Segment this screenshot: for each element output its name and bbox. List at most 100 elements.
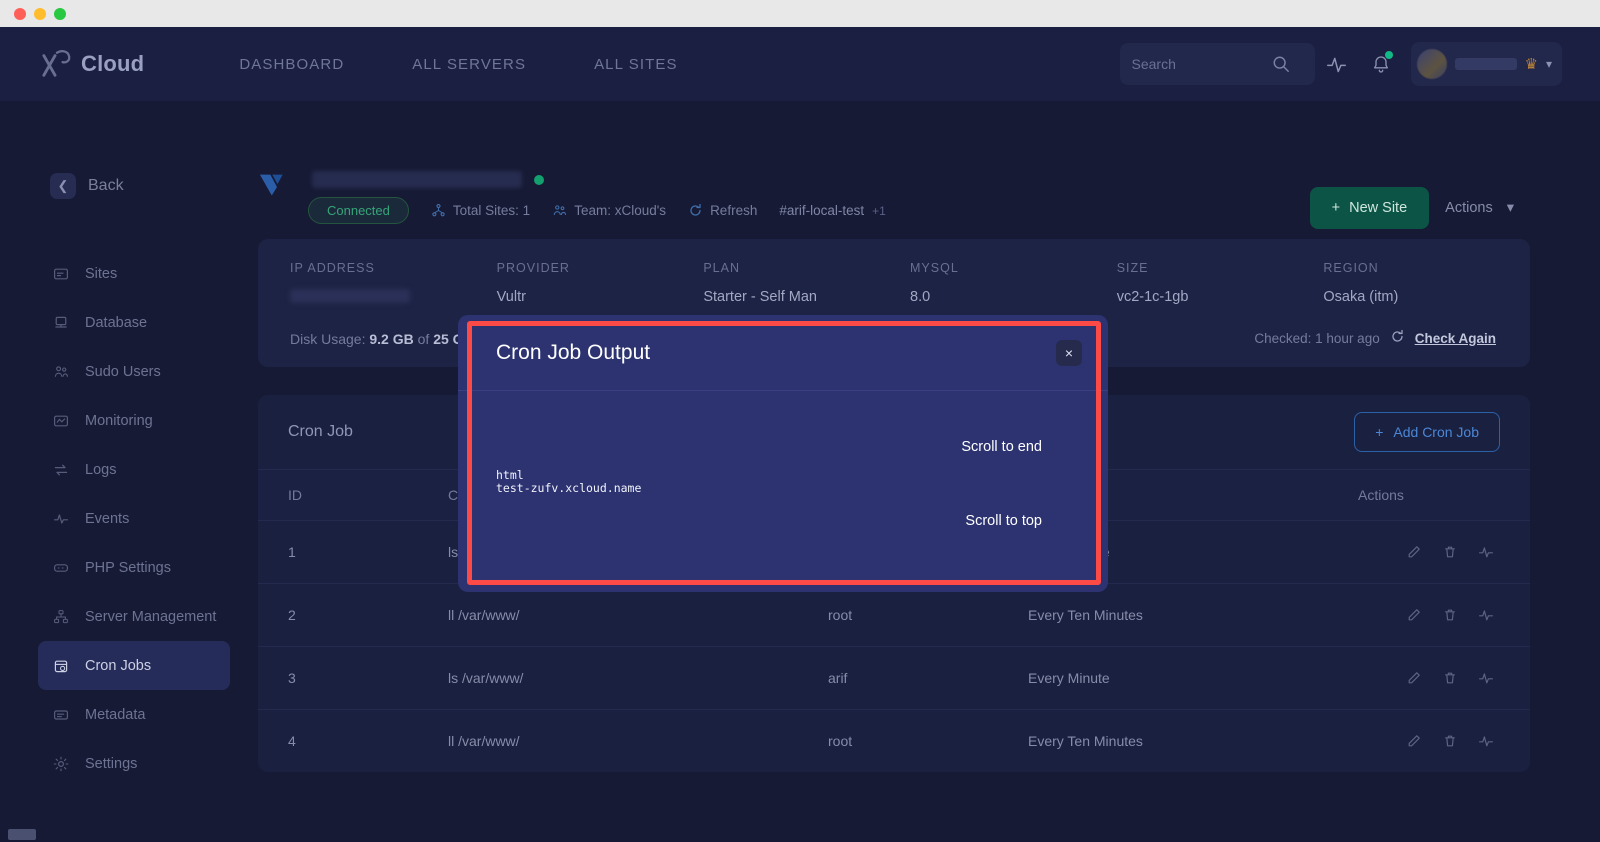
activity-icon[interactable] <box>1478 607 1494 623</box>
actions-dropdown-button[interactable]: Actions ▾ <box>1429 187 1530 229</box>
activity-icon[interactable] <box>1478 670 1494 686</box>
chevron-down-icon[interactable]: ▾ <box>1546 57 1552 71</box>
server-icon <box>52 608 69 625</box>
edit-pencil-icon[interactable] <box>1406 733 1422 749</box>
navbar-right-cluster: ♛ ▾ <box>1120 27 1562 101</box>
info-value: vc2-1c-1gb <box>1117 289 1324 305</box>
users-icon <box>52 363 69 380</box>
server-tag[interactable]: #arif-local-test <box>779 203 864 218</box>
cron-job-output-modal: Cron Job Output × Scroll to end html tes… <box>458 315 1108 592</box>
window-close-button[interactable] <box>14 8 26 20</box>
window-zoom-button[interactable] <box>54 8 66 20</box>
sidebar: ❮ Back Sites Database <box>38 167 230 788</box>
sites-count-icon <box>431 203 446 218</box>
edit-pencil-icon[interactable] <box>1406 544 1422 560</box>
info-col-region: REGION Osaka (itm) <box>1323 261 1530 305</box>
bottom-bar-chip <box>8 829 36 840</box>
database-icon <box>52 314 69 331</box>
info-label: REGION <box>1323 261 1530 275</box>
back-button[interactable]: ❮ Back <box>38 167 230 205</box>
search-input[interactable] <box>1132 56 1272 72</box>
activity-icon-button[interactable] <box>1315 42 1359 86</box>
notification-dot <box>1385 51 1393 59</box>
activity-icon[interactable] <box>1478 733 1494 749</box>
cell-id: 1 <box>258 521 418 584</box>
cell-frequency: Every Minute <box>998 647 1328 710</box>
sidebar-item-events[interactable]: Events <box>38 494 230 543</box>
nav-link-dashboard[interactable]: DASHBOARD <box>239 56 344 73</box>
cell-frequency: Every Ten Minutes <box>998 584 1328 647</box>
table-row[interactable]: 3 ls /var/www/ arif Every Minute <box>258 647 1530 710</box>
sidebar-item-metadata[interactable]: Metadata <box>38 690 230 739</box>
status-badge: Connected <box>308 197 409 224</box>
row-action-group <box>1358 733 1494 749</box>
new-site-button[interactable]: + New Site <box>1310 187 1430 229</box>
cell-command: ll /var/www/ <box>418 584 798 647</box>
search-box[interactable] <box>1120 43 1315 85</box>
info-col-plan: PLAN Starter - Self Man <box>703 261 910 305</box>
sidebar-item-label: Server Management <box>85 609 216 625</box>
actions-label: Actions <box>1445 200 1493 216</box>
sidebar-item-server-management[interactable]: Server Management <box>38 592 230 641</box>
team-icon <box>552 203 567 218</box>
scroll-to-top-link[interactable]: Scroll to top <box>965 513 1042 529</box>
avatar <box>1417 49 1447 79</box>
output-line: test-zufv.xcloud.name <box>496 482 641 495</box>
cell-command: ls /var/www/ <box>418 647 798 710</box>
info-label: MYSQL <box>910 261 1117 275</box>
gear-icon <box>52 755 69 772</box>
trash-icon[interactable] <box>1442 544 1458 560</box>
column-header-id[interactable]: ID <box>258 470 418 521</box>
activity-icon[interactable] <box>1478 544 1494 560</box>
primary-nav: DASHBOARD ALL SERVERS ALL SITES <box>239 56 745 73</box>
trash-icon[interactable] <box>1442 607 1458 623</box>
total-sites-label: Total Sites: 1 <box>453 203 530 218</box>
refresh-button[interactable]: Refresh <box>688 203 757 218</box>
sidebar-item-label: Metadata <box>85 707 145 723</box>
cell-frequency: Every Ten Minutes <box>998 710 1328 773</box>
brand-logo[interactable]: Cloud <box>40 49 144 79</box>
edit-pencil-icon[interactable] <box>1406 670 1422 686</box>
edit-pencil-icon[interactable] <box>1406 607 1422 623</box>
sidebar-item-label: Database <box>85 315 147 331</box>
notifications-button[interactable] <box>1359 42 1403 86</box>
window-minimize-button[interactable] <box>34 8 46 20</box>
trash-icon[interactable] <box>1442 733 1458 749</box>
sidebar-item-monitoring[interactable]: Monitoring <box>38 396 230 445</box>
disk-usage-prefix: Disk Usage: <box>290 331 365 347</box>
scroll-to-end-link[interactable]: Scroll to end <box>961 439 1042 455</box>
user-menu[interactable]: ♛ ▾ <box>1411 42 1562 86</box>
sidebar-item-settings[interactable]: Settings <box>38 739 230 788</box>
sidebar-item-sudo-users[interactable]: Sudo Users <box>38 347 230 396</box>
check-again-link[interactable]: Check Again <box>1415 331 1496 346</box>
sidebar-item-label: PHP Settings <box>85 560 171 576</box>
table-row[interactable]: 2 ll /var/www/ root Every Ten Minutes <box>258 584 1530 647</box>
sidebar-item-database[interactable]: Database <box>38 298 230 347</box>
search-icon[interactable] <box>1272 55 1290 73</box>
add-cron-job-button[interactable]: + Add Cron Job <box>1354 412 1500 452</box>
team-meta: Team: xCloud's <box>552 203 666 218</box>
disk-usage-used: 9.2 GB <box>369 331 413 347</box>
close-icon[interactable]: × <box>1056 340 1082 366</box>
nav-link-all-sites[interactable]: ALL SITES <box>594 56 678 73</box>
info-value: Osaka (itm) <box>1323 289 1530 305</box>
refresh-label: Refresh <box>710 203 757 218</box>
sidebar-item-logs[interactable]: Logs <box>38 445 230 494</box>
info-value: 8.0 <box>910 289 1117 305</box>
trash-icon[interactable] <box>1442 670 1458 686</box>
cell-id: 2 <box>258 584 418 647</box>
disk-usage-of: of <box>418 331 430 347</box>
table-row[interactable]: 4 ll /var/www/ root Every Ten Minutes <box>258 710 1530 773</box>
info-label: SIZE <box>1117 261 1324 275</box>
sidebar-item-cron-jobs[interactable]: Cron Jobs <box>38 641 230 690</box>
sidebar-item-php-settings[interactable]: PHP Settings <box>38 543 230 592</box>
cell-user: arif <box>798 647 998 710</box>
server-tag-more[interactable]: +1 <box>872 204 886 218</box>
sidebar-item-sites[interactable]: Sites <box>38 249 230 298</box>
info-value-redacted <box>290 289 410 303</box>
chevron-left-icon: ❮ <box>50 173 76 199</box>
row-action-group <box>1358 544 1494 560</box>
add-cron-job-label: Add Cron Job <box>1393 424 1479 440</box>
nav-link-all-servers[interactable]: ALL SERVERS <box>412 56 526 73</box>
sidebar-item-label: Monitoring <box>85 413 153 429</box>
